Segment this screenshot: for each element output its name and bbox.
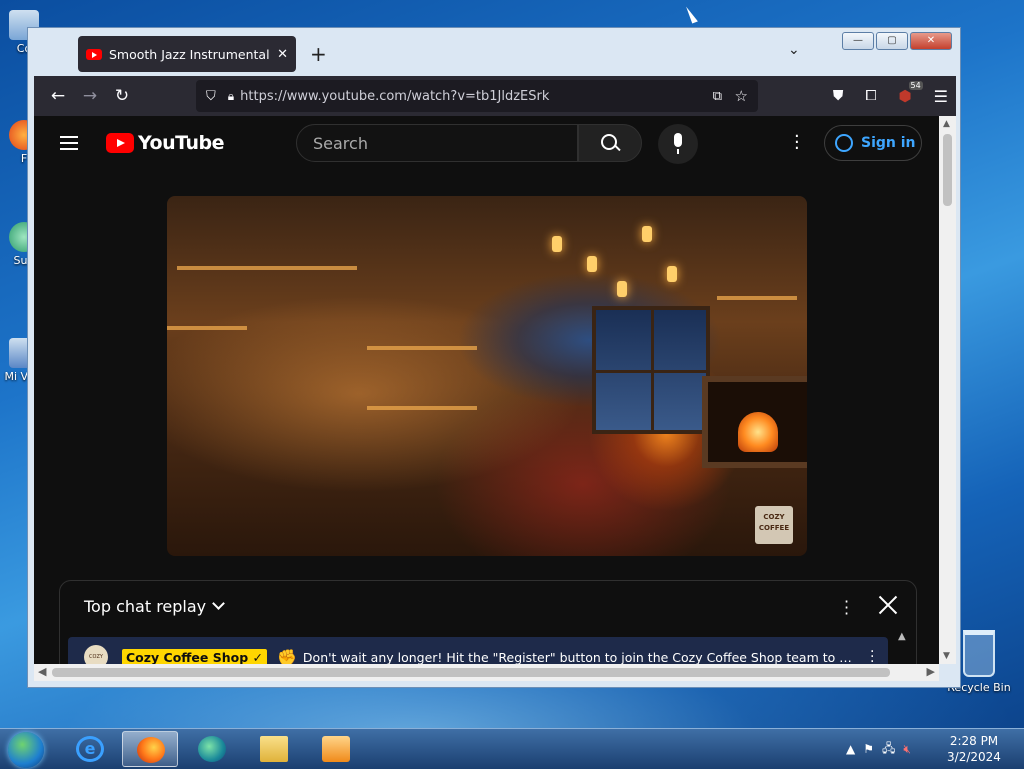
start-button[interactable] [8, 732, 44, 768]
chat-mode-dropdown[interactable]: Top chat replay [84, 597, 226, 616]
chat-message: COZY Cozy Coffee Shop ✓ ✊ Don't wait any… [68, 637, 888, 664]
raised-fist-emoji: ✊ [277, 647, 297, 665]
taskbar-internet-explorer[interactable]: e [62, 731, 118, 767]
menu-icon[interactable]: ☰ [934, 87, 948, 106]
url-text[interactable]: https://www.youtube.com/watch?v=tb1JldzE… [240, 89, 549, 104]
taskbar-media-player[interactable] [308, 731, 364, 767]
account-icon [835, 134, 853, 152]
video-scene-window [592, 306, 710, 434]
picture-in-picture-icon[interactable]: ⧉ [713, 89, 722, 104]
toolbar-right: ⛊ ⧠ ⬢ 54 ☰ [833, 76, 948, 116]
show-hidden-icons-icon[interactable]: ▲ [846, 742, 855, 756]
scroll-down-arrow-icon[interactable]: ▼ [943, 651, 950, 661]
new-tab-button[interactable]: + [310, 42, 327, 66]
forward-button[interactable]: → [74, 86, 106, 106]
clock-date: 3/2/2024 [947, 750, 1001, 764]
taskbar-edge[interactable] [184, 731, 240, 767]
internet-explorer-icon: e [76, 736, 104, 762]
live-chat-replay: Top chat replay · · · COZY Cozy Coffee Sho… [59, 580, 917, 664]
youtube-header: YouTube Search · · · Sign in [34, 116, 939, 172]
edge-icon [198, 736, 226, 762]
vertical-scroll-thumb[interactable] [943, 134, 952, 206]
firefox-icon [137, 737, 165, 763]
back-button[interactable]: ← [42, 86, 74, 106]
chat-scroll-up-icon[interactable]: ▲ [898, 631, 908, 664]
video-scene-fireplace [702, 376, 807, 468]
reload-button[interactable]: ↻ [106, 86, 138, 106]
navigation-toolbar: ← → ↻ ⛉ 🔒︎ https://www.youtube.com/watch… [34, 76, 956, 116]
system-tray: ▲ ⚑ 🖧︎ 🔇︎ [846, 729, 911, 769]
clock-time: 2:28 PM [949, 734, 999, 748]
channel-watermark[interactable]: COZY COFFEE [755, 506, 793, 544]
taskbar-firefox[interactable] [122, 731, 178, 767]
youtube-logo[interactable]: YouTube [106, 132, 224, 154]
bookmark-star-icon[interactable]: ☆ [735, 87, 748, 105]
url-bar[interactable]: ⛉ 🔒︎ https://www.youtube.com/watch?v=tb1… [196, 80, 758, 112]
system-clock[interactable]: 2:28 PM 3/2/2024 [944, 733, 1004, 765]
window-controls: — ▢ ✕ [842, 32, 952, 50]
search-button[interactable] [578, 124, 642, 162]
chat-close-icon[interactable] [878, 595, 898, 615]
lock-icon[interactable]: 🔒︎ [228, 89, 234, 104]
tab-strip: Smooth Jazz Instrumental Music ✕ + ⌄ [34, 30, 954, 76]
microphone-icon [674, 133, 682, 147]
volume-muted-icon[interactable]: 🔇︎ [903, 742, 911, 757]
settings-more-icon[interactable]: · · · [794, 128, 800, 158]
scroll-up-arrow-icon[interactable]: ▲ [943, 119, 950, 129]
close-window-button[interactable]: ✕ [910, 32, 952, 50]
voice-search-button[interactable] [658, 124, 698, 164]
media-player-icon [322, 736, 350, 762]
scroll-right-arrow-icon[interactable]: ▶ [927, 665, 935, 678]
tab-close-button[interactable]: ✕ [277, 47, 288, 62]
youtube-favicon-icon [86, 48, 102, 60]
shield-icon[interactable]: ⛉ [206, 89, 216, 104]
search-icon [601, 134, 617, 150]
tab-title: Smooth Jazz Instrumental Music [109, 46, 271, 62]
maximize-button[interactable]: ▢ [876, 32, 908, 50]
chevron-down-icon [212, 597, 226, 610]
sign-in-button[interactable]: Sign in [824, 125, 922, 161]
chat-more-icon[interactable]: · · · [844, 594, 850, 622]
action-center-flag-icon[interactable]: ⚑ [863, 742, 874, 756]
extension-badge: 54 [908, 81, 923, 90]
minimize-button[interactable]: — [842, 32, 874, 50]
pocket-icon[interactable]: ⛊ [833, 88, 844, 104]
chat-message-menu-icon[interactable]: · · · [856, 645, 888, 665]
chat-author-name[interactable]: Cozy Coffee Shop ✓ [122, 648, 267, 664]
taskbar: e ▲ ⚑ 🖧︎ 🔇︎ 2:28 PM 3/2/2024 [0, 728, 1024, 769]
firefox-window: Smooth Jazz Instrumental Music ✕ + ⌄ — ▢… [27, 27, 961, 688]
horizontal-scrollbar[interactable]: ◀ ▶ [34, 664, 939, 681]
scroll-left-arrow-icon[interactable]: ◀ [38, 665, 46, 678]
horizontal-scroll-thumb[interactable] [52, 668, 890, 677]
mouse-cursor-icon [686, 4, 698, 24]
folder-icon [260, 736, 288, 762]
chat-message-text: Don't wait any longer! Hit the "Register… [302, 649, 856, 665]
taskbar-file-explorer[interactable] [246, 731, 302, 767]
extensions-icon[interactable]: ⧠ [865, 88, 876, 104]
tab-youtube[interactable]: Smooth Jazz Instrumental Music ✕ [78, 36, 296, 72]
vertical-scrollbar[interactable]: ▲ ▼ [939, 116, 956, 664]
chat-author-avatar[interactable]: COZY [84, 645, 108, 664]
youtube-page: YouTube Search · · · Sign in COZY COFFEE… [34, 116, 939, 664]
video-player[interactable]: COZY COFFEE [167, 196, 807, 556]
recycle-bin-icon [963, 630, 995, 677]
list-all-tabs-button[interactable]: ⌄ [788, 42, 800, 58]
search-input[interactable]: Search [296, 124, 578, 162]
youtube-play-icon [106, 133, 134, 153]
network-icon[interactable]: 🖧︎ [882, 739, 895, 760]
guide-menu-icon[interactable] [60, 136, 78, 154]
ublock-icon[interactable]: ⬢ 54 [899, 81, 923, 105]
